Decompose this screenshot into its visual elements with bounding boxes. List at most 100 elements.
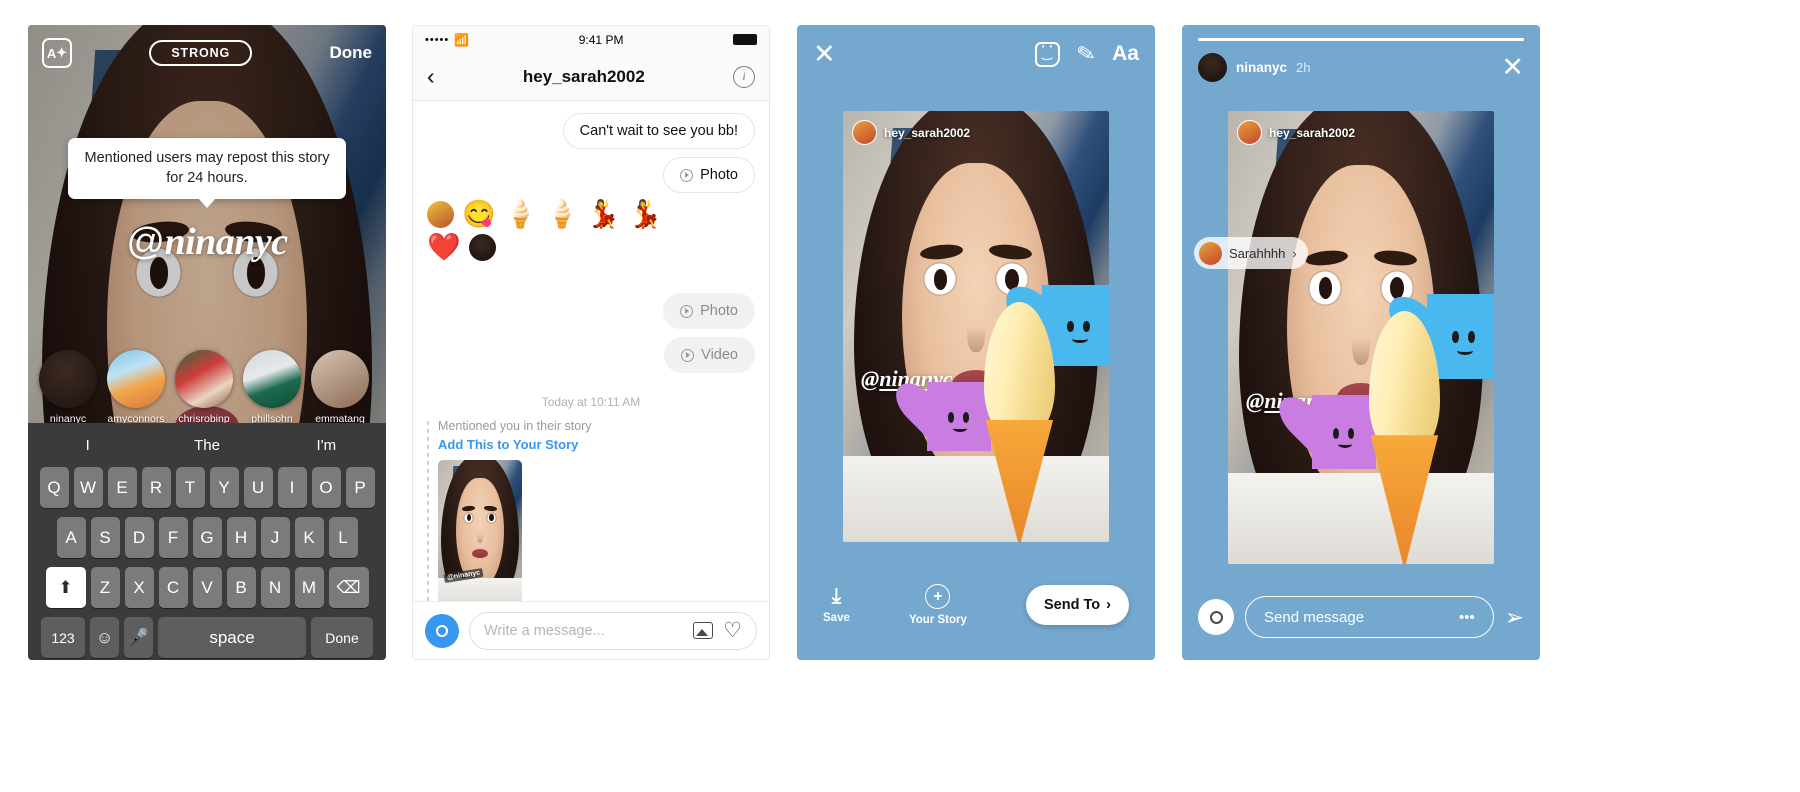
text-format-icon[interactable]: A ✦ [42,38,72,68]
done-button[interactable]: Done [330,43,373,63]
message-bubble-text[interactable]: Can't wait to see you bb! [562,113,755,149]
key-i[interactable]: I [277,467,307,508]
suggestion-item[interactable]: phillsohn [242,350,302,425]
key-a[interactable]: A [56,517,86,558]
emoji-reaction[interactable]: 💃 [629,201,663,228]
quick-reply-text: Sarahhhh [1229,245,1286,261]
key-q[interactable]: Q [39,467,69,508]
key-d[interactable]: D [124,517,154,558]
emoji-reaction[interactable]: 💃 [587,201,621,228]
your-story-button[interactable]: + Your Story [909,584,967,626]
send-to-button[interactable]: Send To › [1026,585,1129,625]
outgoing-media-label: Video [701,347,738,363]
panel-story-mention-editor: A ✦ STRONG Done Mentioned users may repos… [28,25,386,660]
story-time-ago: 2h [1296,59,1311,75]
backspace-icon[interactable]: ⌫ [328,567,369,608]
microphone-icon[interactable]: 🎤 [124,617,153,658]
panel-story-viewer: ninanyc 2h ✕ hey_sarah2002 @ninanyc [1182,25,1540,660]
onscreen-keyboard[interactable]: I The I'm Q W E R T Y U I O P A S D F G … [28,423,386,660]
key-x[interactable]: X [124,567,154,608]
add-to-your-story-link[interactable]: Add This to Your Story [438,437,755,452]
key-r[interactable]: R [141,467,171,508]
key-s[interactable]: S [90,517,120,558]
send-message-input[interactable]: Send message ••• [1245,596,1494,638]
keyboard-done-key[interactable]: Done [311,617,373,658]
prediction-item[interactable]: I [28,437,147,454]
key-u[interactable]: U [243,467,273,508]
chevron-left-icon[interactable]: ‹ [427,65,435,88]
emoji-reaction[interactable]: 🍦 [504,201,538,228]
story-author-name: hey_sarah2002 [1269,125,1356,140]
send-icon[interactable]: ➢ [1505,604,1524,631]
suggestion-item[interactable]: emmatang [310,350,370,425]
message-input-field[interactable]: Write a message... ♡ [469,611,757,650]
numbers-key[interactable]: 123 [41,617,85,658]
message-row: Photo [413,293,769,337]
key-g[interactable]: G [192,517,222,558]
play-circle-icon [681,348,695,362]
message-bubble-photo[interactable]: Photo [663,157,755,193]
info-circle-icon[interactable]: i [732,65,755,88]
key-n[interactable]: N [260,567,290,608]
key-y[interactable]: Y [209,467,239,508]
key-c[interactable]: C [158,567,188,608]
close-icon[interactable]: ✕ [813,40,836,68]
key-k[interactable]: K [294,517,324,558]
message-input-placeholder: Write a message... [484,622,605,639]
gallery-icon[interactable] [693,622,714,639]
mention-tooltip: Mentioned users may repost this story fo… [68,138,346,209]
emoji-reaction[interactable]: ❤️ [427,234,461,261]
mention-text[interactable]: @ninanyc [28,220,386,264]
ellipsis-icon[interactable]: ••• [1459,609,1475,626]
key-f[interactable]: F [158,517,188,558]
key-z[interactable]: Z [90,567,120,608]
pen-icon[interactable]: ✎ [1074,39,1097,68]
message-list[interactable]: Can't wait to see you bb! Photo 😋 🍦 🍦 💃 … [413,101,769,601]
space-key[interactable]: space [158,617,306,658]
outgoing-video-bubble[interactable]: Video [664,337,755,373]
keyboard-row-1: Q W E R T Y U I O P [28,467,386,508]
signal-strength-icon: ••••• [425,33,450,46]
reaction-row: 😋 🍦 🍦 💃 💃 [413,201,769,234]
panel-story-composer: ✕ ✎ Aa hey_sarah2002 @ninanyc [797,25,1155,660]
suggestion-item[interactable]: ninanyc [38,350,98,425]
keyboard-row-2: A S D F G H J K L [28,517,386,558]
prediction-item[interactable]: I'm [267,437,386,454]
key-m[interactable]: M [294,567,324,608]
key-l[interactable]: L [328,517,358,558]
key-v[interactable]: V [192,567,222,608]
story-media[interactable]: hey_sarah2002 @ninanyc [1228,111,1494,564]
story-preview-card[interactable]: hey_sarah2002 @ninanyc [843,111,1109,542]
avatar [427,201,454,228]
key-b[interactable]: B [226,567,256,608]
viewer-bottombar: Send message ••• ➢ [1182,574,1540,660]
key-j[interactable]: J [260,517,290,558]
close-icon[interactable]: ✕ [1501,53,1524,81]
suggestion-item[interactable]: amyconnors [106,350,166,425]
text-strength-button[interactable]: STRONG [149,40,253,66]
key-p[interactable]: P [345,467,375,508]
suggestion-item[interactable]: chrisrobinp [174,350,234,425]
camera-icon[interactable] [1198,599,1234,635]
key-o[interactable]: O [311,467,341,508]
emoji-icon[interactable]: ☺ [90,617,119,658]
heart-icon[interactable]: ♡ [723,620,742,641]
key-h[interactable]: H [226,517,256,558]
key-t[interactable]: T [175,467,205,508]
shift-up-icon[interactable]: ⬆ [45,567,86,608]
save-button[interactable]: ⤓ Save [823,586,850,624]
emoji-reaction[interactable]: 😋 [462,201,496,228]
text-aa-icon[interactable]: Aa [1112,42,1139,66]
outgoing-media-label: Photo [700,303,738,319]
story-thumbnail[interactable]: @ninanyc [438,460,522,601]
key-e[interactable]: E [107,467,137,508]
outgoing-photo-bubble[interactable]: Photo [663,293,755,329]
prediction-item[interactable]: The [147,437,266,454]
sticker-icon[interactable] [1034,41,1060,67]
camera-icon[interactable] [425,613,459,648]
key-w[interactable]: W [73,467,103,508]
quick-reply-chip[interactable]: Sarahhhh › [1194,237,1308,269]
story-owner-username: ninanyc [1236,59,1288,75]
story-owner[interactable]: ninanyc 2h [1198,52,1311,82]
emoji-reaction[interactable]: 🍦 [545,201,579,228]
